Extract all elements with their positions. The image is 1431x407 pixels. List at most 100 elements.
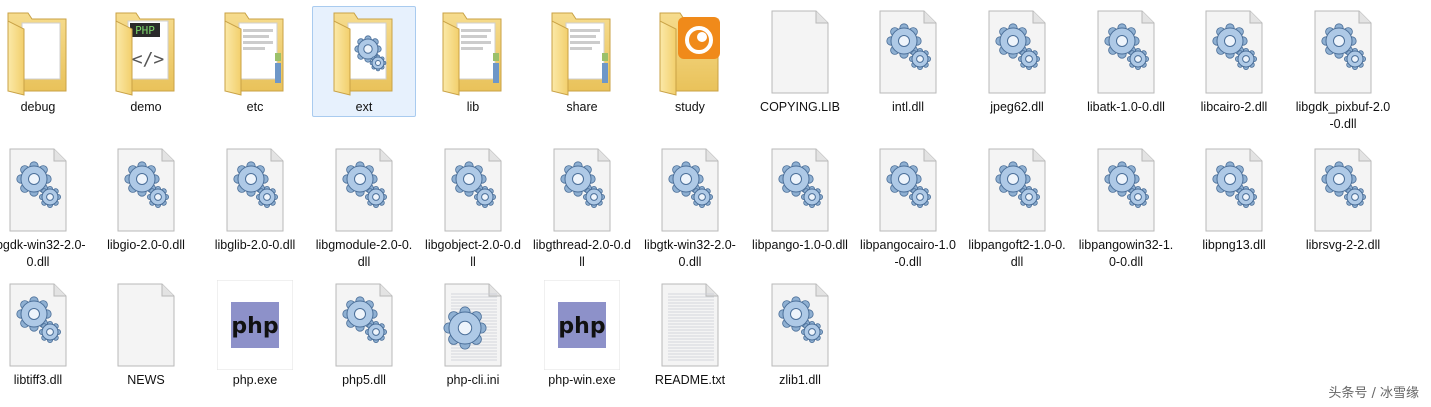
file-label: libgtk-win32-2.0-0.dll [644, 238, 736, 269]
file-label: libglib-2.0-0.dll [214, 238, 296, 252]
file-item[interactable]: libpangocairo-1.0-0.dll [856, 144, 960, 272]
dll-gear-icon [762, 280, 838, 370]
file-label: libgobject-2.0-0.dll [425, 238, 521, 269]
file-item[interactable]: libpng13.dll [1182, 144, 1286, 255]
file-label: libgio-2.0-0.dll [107, 238, 185, 252]
file-item[interactable]: jpeg62.dll [965, 6, 1069, 117]
file-label: libgdk_pixbuf-2.0-0.dll [1295, 100, 1391, 131]
file-item[interactable]: libgobject-2.0-0.dll [421, 144, 525, 272]
file-item[interactable]: libpangoft2-1.0-0.dll [965, 144, 1069, 272]
dll-gear-icon [0, 145, 76, 235]
dll-gear-icon [762, 145, 838, 235]
dll-gear-icon [870, 7, 946, 97]
dll-gear-icon [1196, 7, 1272, 97]
dll-gear-icon [979, 145, 1055, 235]
folder-php-icon: PHP </> [108, 7, 184, 97]
file-label: libpangocairo-1.0-0.dll [860, 238, 956, 269]
dll-gear-icon [870, 145, 946, 235]
svg-text:php: php [231, 314, 278, 339]
watermark-text: 头条号 / 冰雪缘 [1328, 386, 1419, 401]
dll-gear-icon [1088, 7, 1164, 97]
file-label: libcairo-2.dll [1200, 100, 1268, 114]
file-label: libpng13.dll [1202, 238, 1266, 252]
file-label: intl.dll [892, 100, 924, 114]
file-item[interactable]: debug [0, 6, 90, 117]
file-item[interactable]: libglib-2.0-0.dll [203, 144, 307, 255]
file-item[interactable]: PHP </> demo [94, 6, 198, 117]
file-item[interactable]: libgio-2.0-0.dll [94, 144, 198, 255]
file-label: NEWS [127, 373, 165, 387]
folder-docs-icon [435, 7, 511, 97]
file-label: share [566, 100, 598, 114]
file-label: libgthread-2.0-0.dll [533, 238, 631, 269]
file-item[interactable]: php php-win.exe [530, 279, 634, 390]
file-label: lib [466, 100, 480, 114]
file-label: php5.dll [342, 373, 386, 387]
file-label: zlib1.dll [779, 373, 821, 387]
file-label: etc [246, 100, 264, 114]
file-label: README.txt [654, 373, 726, 387]
svg-text:PHP: PHP [135, 24, 155, 37]
file-label: php-win.exe [548, 373, 616, 387]
file-label: libtiff3.dll [13, 373, 63, 387]
file-item[interactable]: libcairo-2.dll [1182, 6, 1286, 117]
file-label: ext [355, 100, 373, 114]
file-label: php-cli.ini [446, 373, 500, 387]
file-item[interactable]: libgtk-win32-2.0-0.dll [638, 144, 742, 272]
file-label: libgdk-win32-2.0-0.dll [0, 238, 86, 269]
file-item[interactable]: ext [312, 6, 416, 117]
blank-file-icon [108, 280, 184, 370]
dll-gear-icon [435, 145, 511, 235]
file-item[interactable]: php php.exe [203, 279, 307, 390]
file-item[interactable]: zlib1.dll [748, 279, 852, 390]
dll-gear-icon [1305, 7, 1381, 97]
dll-gear-icon [326, 280, 402, 370]
file-label: php.exe [232, 373, 278, 387]
file-item[interactable]: README.txt [638, 279, 742, 390]
file-item[interactable]: php-cli.ini [421, 279, 525, 390]
dll-gear-icon [1305, 145, 1381, 235]
file-item[interactable]: libgdk-win32-2.0-0.dll [0, 144, 90, 272]
file-item[interactable]: libatk-1.0-0.dll [1074, 6, 1178, 117]
dll-gear-icon [0, 280, 76, 370]
svg-text:</>: </> [132, 49, 165, 70]
php-exe-icon: php [217, 280, 293, 370]
file-label: study [675, 100, 705, 114]
file-item[interactable]: libpango-1.0-0.dll [748, 144, 852, 255]
file-item[interactable]: etc [203, 6, 307, 117]
file-label: librsvg-2-2.dll [1305, 238, 1381, 252]
file-grid: debug PHP </> demo etc ext lib share stu… [0, 0, 1431, 407]
file-label: COPYING.LIB [760, 100, 840, 114]
file-label: libatk-1.0-0.dll [1087, 100, 1165, 114]
file-item[interactable]: share [530, 6, 634, 117]
file-label: libgmodule-2.0-0.dll [315, 238, 413, 269]
file-label: libpangowin32-1.0-0.dll [1078, 238, 1174, 269]
file-item[interactable]: lib [421, 6, 525, 117]
dll-gear-icon [326, 145, 402, 235]
folder-docs-icon [544, 7, 620, 97]
file-item[interactable]: librsvg-2-2.dll [1291, 144, 1395, 255]
dll-gear-icon [544, 145, 620, 235]
file-item[interactable]: NEWS [94, 279, 198, 390]
file-item[interactable]: study [638, 6, 742, 117]
text-file-icon [652, 280, 728, 370]
file-label: debug [20, 100, 56, 114]
file-item[interactable]: libgmodule-2.0-0.dll [312, 144, 416, 272]
file-item[interactable]: libgdk_pixbuf-2.0-0.dll [1291, 6, 1395, 134]
folder-icon [0, 7, 76, 97]
ini-gear-icon [435, 280, 511, 370]
file-item[interactable]: COPYING.LIB [748, 6, 852, 117]
file-item[interactable]: php5.dll [312, 279, 416, 390]
folder-gear-icon [326, 7, 402, 97]
folder-docs-icon [217, 7, 293, 97]
file-item[interactable]: libpangowin32-1.0-0.dll [1074, 144, 1178, 272]
file-label: libpangoft2-1.0-0.dll [968, 238, 1066, 269]
dll-gear-icon [652, 145, 728, 235]
svg-text:php: php [558, 314, 605, 339]
blank-file-icon [762, 7, 838, 97]
file-item[interactable]: libtiff3.dll [0, 279, 90, 390]
file-item[interactable]: intl.dll [856, 6, 960, 117]
file-item[interactable]: libgthread-2.0-0.dll [530, 144, 634, 272]
dll-gear-icon [217, 145, 293, 235]
dll-gear-icon [1196, 145, 1272, 235]
